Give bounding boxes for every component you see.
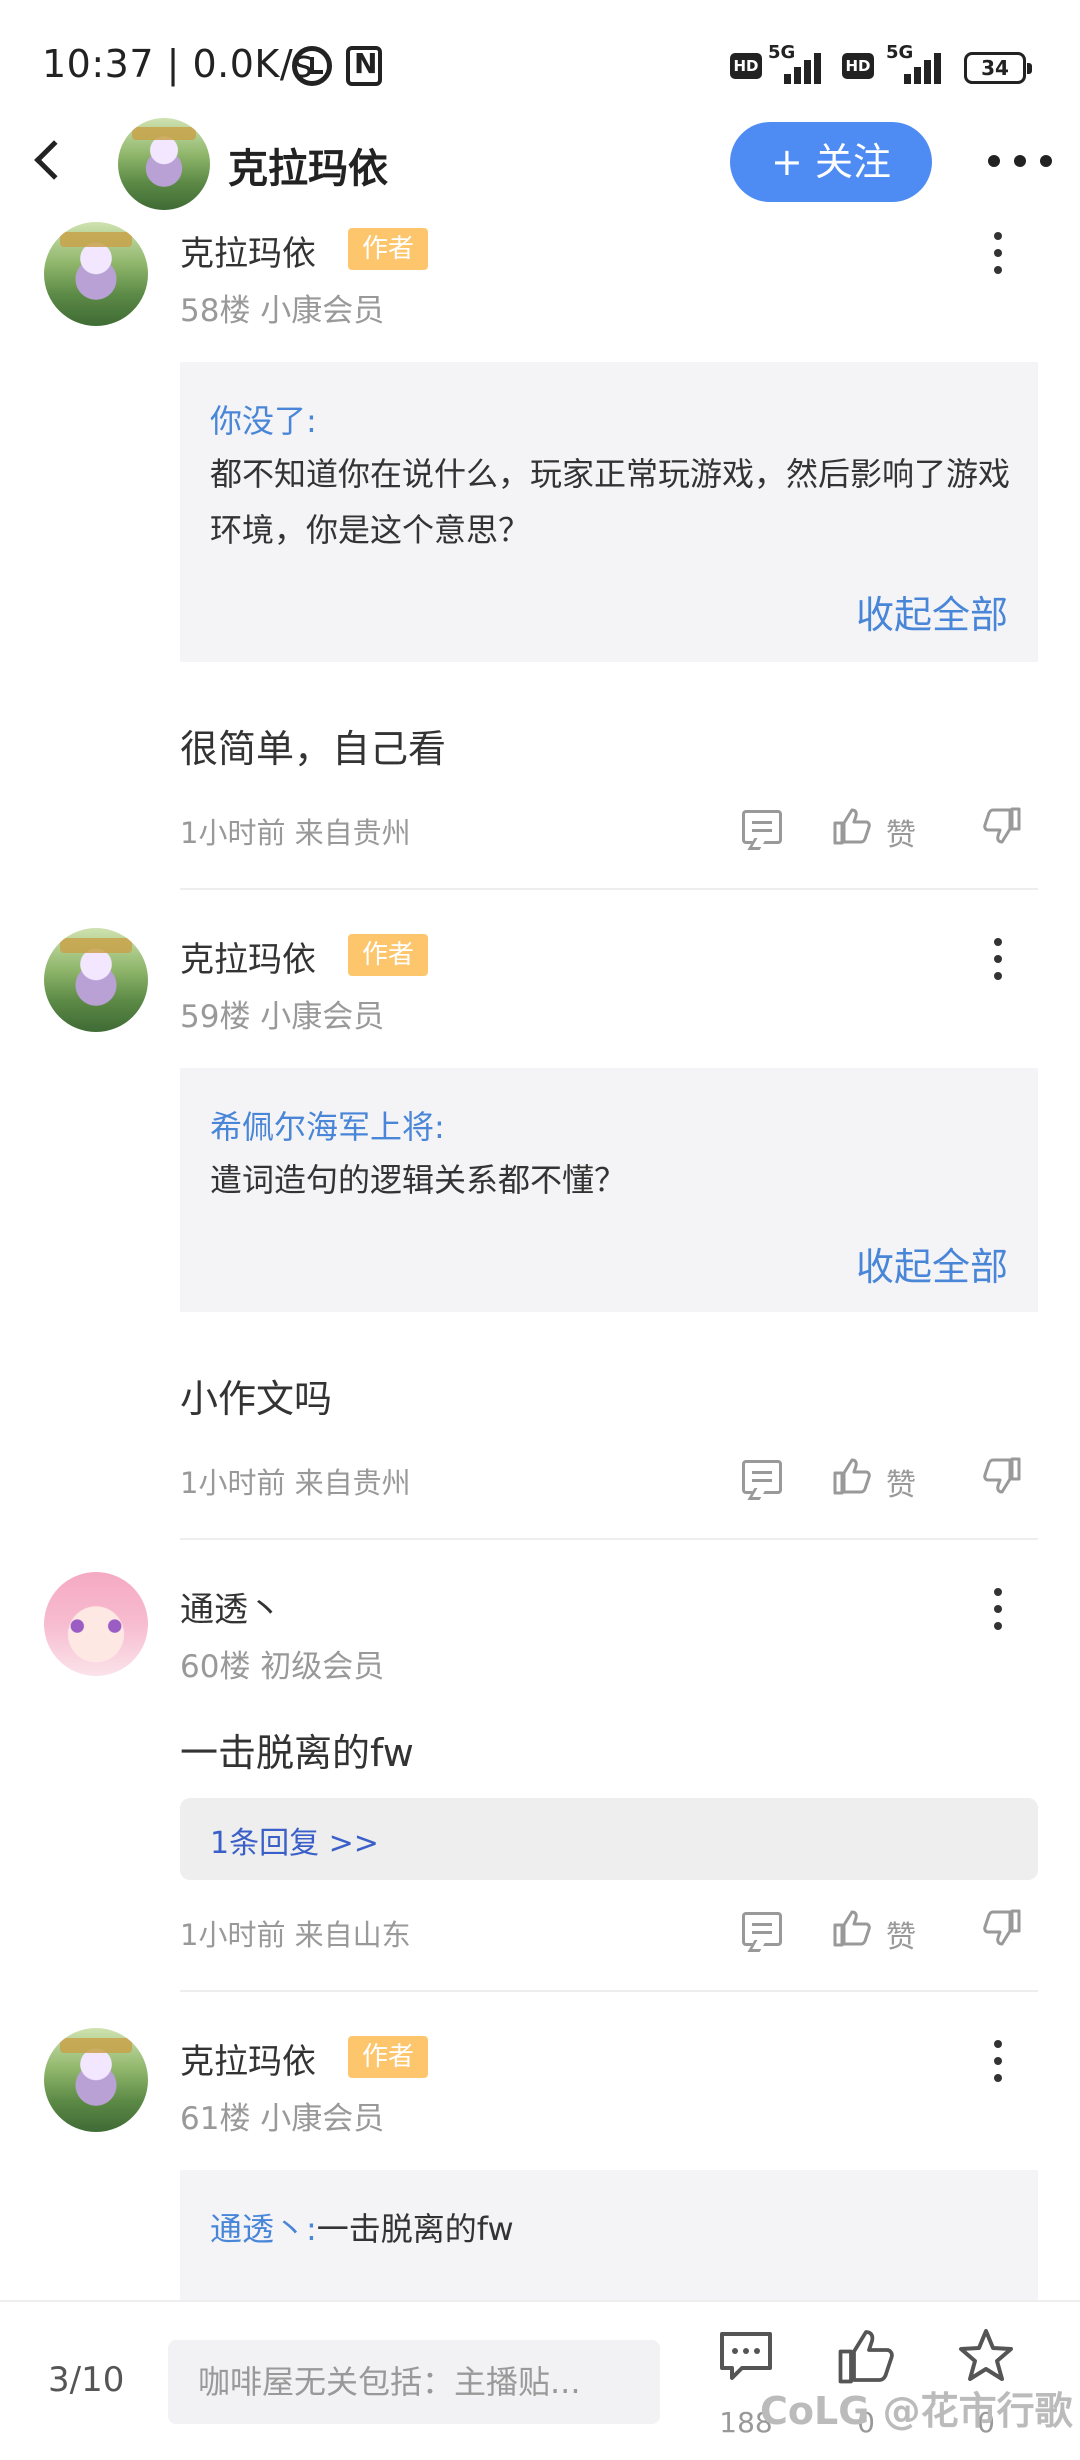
reply-icon[interactable] xyxy=(742,1460,782,1494)
battery-icon: 34 xyxy=(964,52,1032,84)
post-meta: 59楼 小康会员 xyxy=(180,999,385,1035)
post-username[interactable]: 克拉玛依 xyxy=(180,932,316,981)
quote-author[interactable]: 你没了: xyxy=(210,396,317,442)
post-menu-icon[interactable] xyxy=(994,232,1004,276)
alarm-icon xyxy=(292,46,332,86)
more-options-icon[interactable] xyxy=(988,155,1052,169)
quote-block: 希佩尔海军上将: 遣词造句的逻辑关系都不懂？ 收起全部 xyxy=(180,1068,1038,1312)
signal-icon xyxy=(784,50,832,84)
author-badge: 作者 xyxy=(348,2036,428,2078)
post-meta: 60楼 初级会员 xyxy=(180,1649,385,1685)
signal-icon xyxy=(904,50,952,84)
reply-input[interactable]: 咖啡屋无关包括：主播贴... xyxy=(168,2340,660,2424)
dislike-icon[interactable] xyxy=(982,806,1022,846)
like-icon[interactable] xyxy=(836,2326,896,2386)
hd-badge: HD xyxy=(842,53,874,79)
reply-icon[interactable] xyxy=(742,810,782,844)
back-icon[interactable] xyxy=(34,140,74,180)
collapse-all-button[interactable]: 收起全部 xyxy=(856,1236,1008,1291)
quote-author[interactable]: 通透丶: xyxy=(210,2210,317,2248)
nfc-icon xyxy=(346,46,382,86)
post-username[interactable]: 通透丶 xyxy=(180,1582,282,1631)
page-title: 克拉玛依 xyxy=(228,146,388,192)
avatar[interactable] xyxy=(44,1572,148,1676)
post-menu-icon[interactable] xyxy=(994,2040,1004,2084)
like-label[interactable]: 赞 xyxy=(886,1460,916,1504)
hd-badge: HD xyxy=(730,53,762,79)
post-content: 一击脱离的fw xyxy=(180,1731,414,1775)
quote-line: 通透丶:一击脱离的fw xyxy=(210,2204,514,2250)
post-time: 1小时前 来自贵州 xyxy=(180,1466,411,1500)
reply-icon[interactable] xyxy=(742,1912,782,1946)
dislike-icon[interactable] xyxy=(982,1456,1022,1496)
post-meta: 58楼 小康会员 xyxy=(180,293,385,329)
follow-button[interactable]: + 关注 xyxy=(730,122,932,202)
divider xyxy=(180,888,1038,890)
quote-text: 遣词造句的逻辑关系都不懂？ xyxy=(210,1161,627,1199)
like-icon[interactable] xyxy=(832,1908,872,1948)
post-username[interactable]: 克拉玛依 xyxy=(180,226,316,275)
page-indicator[interactable]: 3/10 xyxy=(48,2360,124,2400)
watermark: CoLG @花市行歌 xyxy=(760,2389,1073,2433)
reply-count-button[interactable]: 1条回复 >> xyxy=(180,1798,1038,1880)
post-menu-icon[interactable] xyxy=(994,938,1004,982)
favorite-star-icon[interactable] xyxy=(956,2326,1016,2386)
quote-text: 一击脱离的fw xyxy=(316,2210,514,2248)
avatar[interactable] xyxy=(44,2028,148,2132)
dislike-icon[interactable] xyxy=(982,1908,1022,1948)
post-content: 很简单，自己看 xyxy=(180,727,447,771)
quote-text: 都不知道你在说什么，玩家正常玩游戏，然后影响了游戏环境，你是这个意思？ xyxy=(210,455,1011,549)
post-time: 1小时前 来自贵州 xyxy=(180,816,411,850)
post-content: 小作文吗 xyxy=(180,1377,333,1421)
reply-count-label: 1条回复 >> xyxy=(210,1826,379,1861)
divider xyxy=(180,1538,1038,1540)
collapse-all-button[interactable]: 收起全部 xyxy=(856,584,1008,639)
quote-author[interactable]: 希佩尔海军上将: xyxy=(210,1102,445,1148)
avatar[interactable] xyxy=(44,222,148,326)
post-menu-icon[interactable] xyxy=(994,1588,1004,1632)
status-time: 10:37 | 0.0K/s xyxy=(42,42,314,86)
post-username[interactable]: 克拉玛依 xyxy=(180,2034,316,2083)
post-meta: 61楼 小康会员 xyxy=(180,2101,385,2137)
avatar[interactable] xyxy=(44,928,148,1032)
post-time: 1小时前 来自山东 xyxy=(180,1918,411,1952)
author-badge: 作者 xyxy=(348,934,428,976)
quote-block: 通透丶:一击脱离的fw xyxy=(180,2170,1038,2300)
like-label[interactable]: 赞 xyxy=(886,1912,916,1956)
like-label[interactable]: 赞 xyxy=(886,810,916,854)
like-icon[interactable] xyxy=(832,1456,872,1496)
author-badge: 作者 xyxy=(348,228,428,270)
quote-block: 你没了: 都不知道你在说什么，玩家正常玩游戏，然后影响了游戏环境，你是这个意思？… xyxy=(180,362,1038,662)
like-icon[interactable] xyxy=(832,806,872,846)
avatar[interactable] xyxy=(118,118,210,210)
comment-icon[interactable] xyxy=(716,2326,776,2386)
top-navigation-bar: 克拉玛依 + 关注 xyxy=(0,110,1080,220)
divider xyxy=(180,1990,1038,1992)
